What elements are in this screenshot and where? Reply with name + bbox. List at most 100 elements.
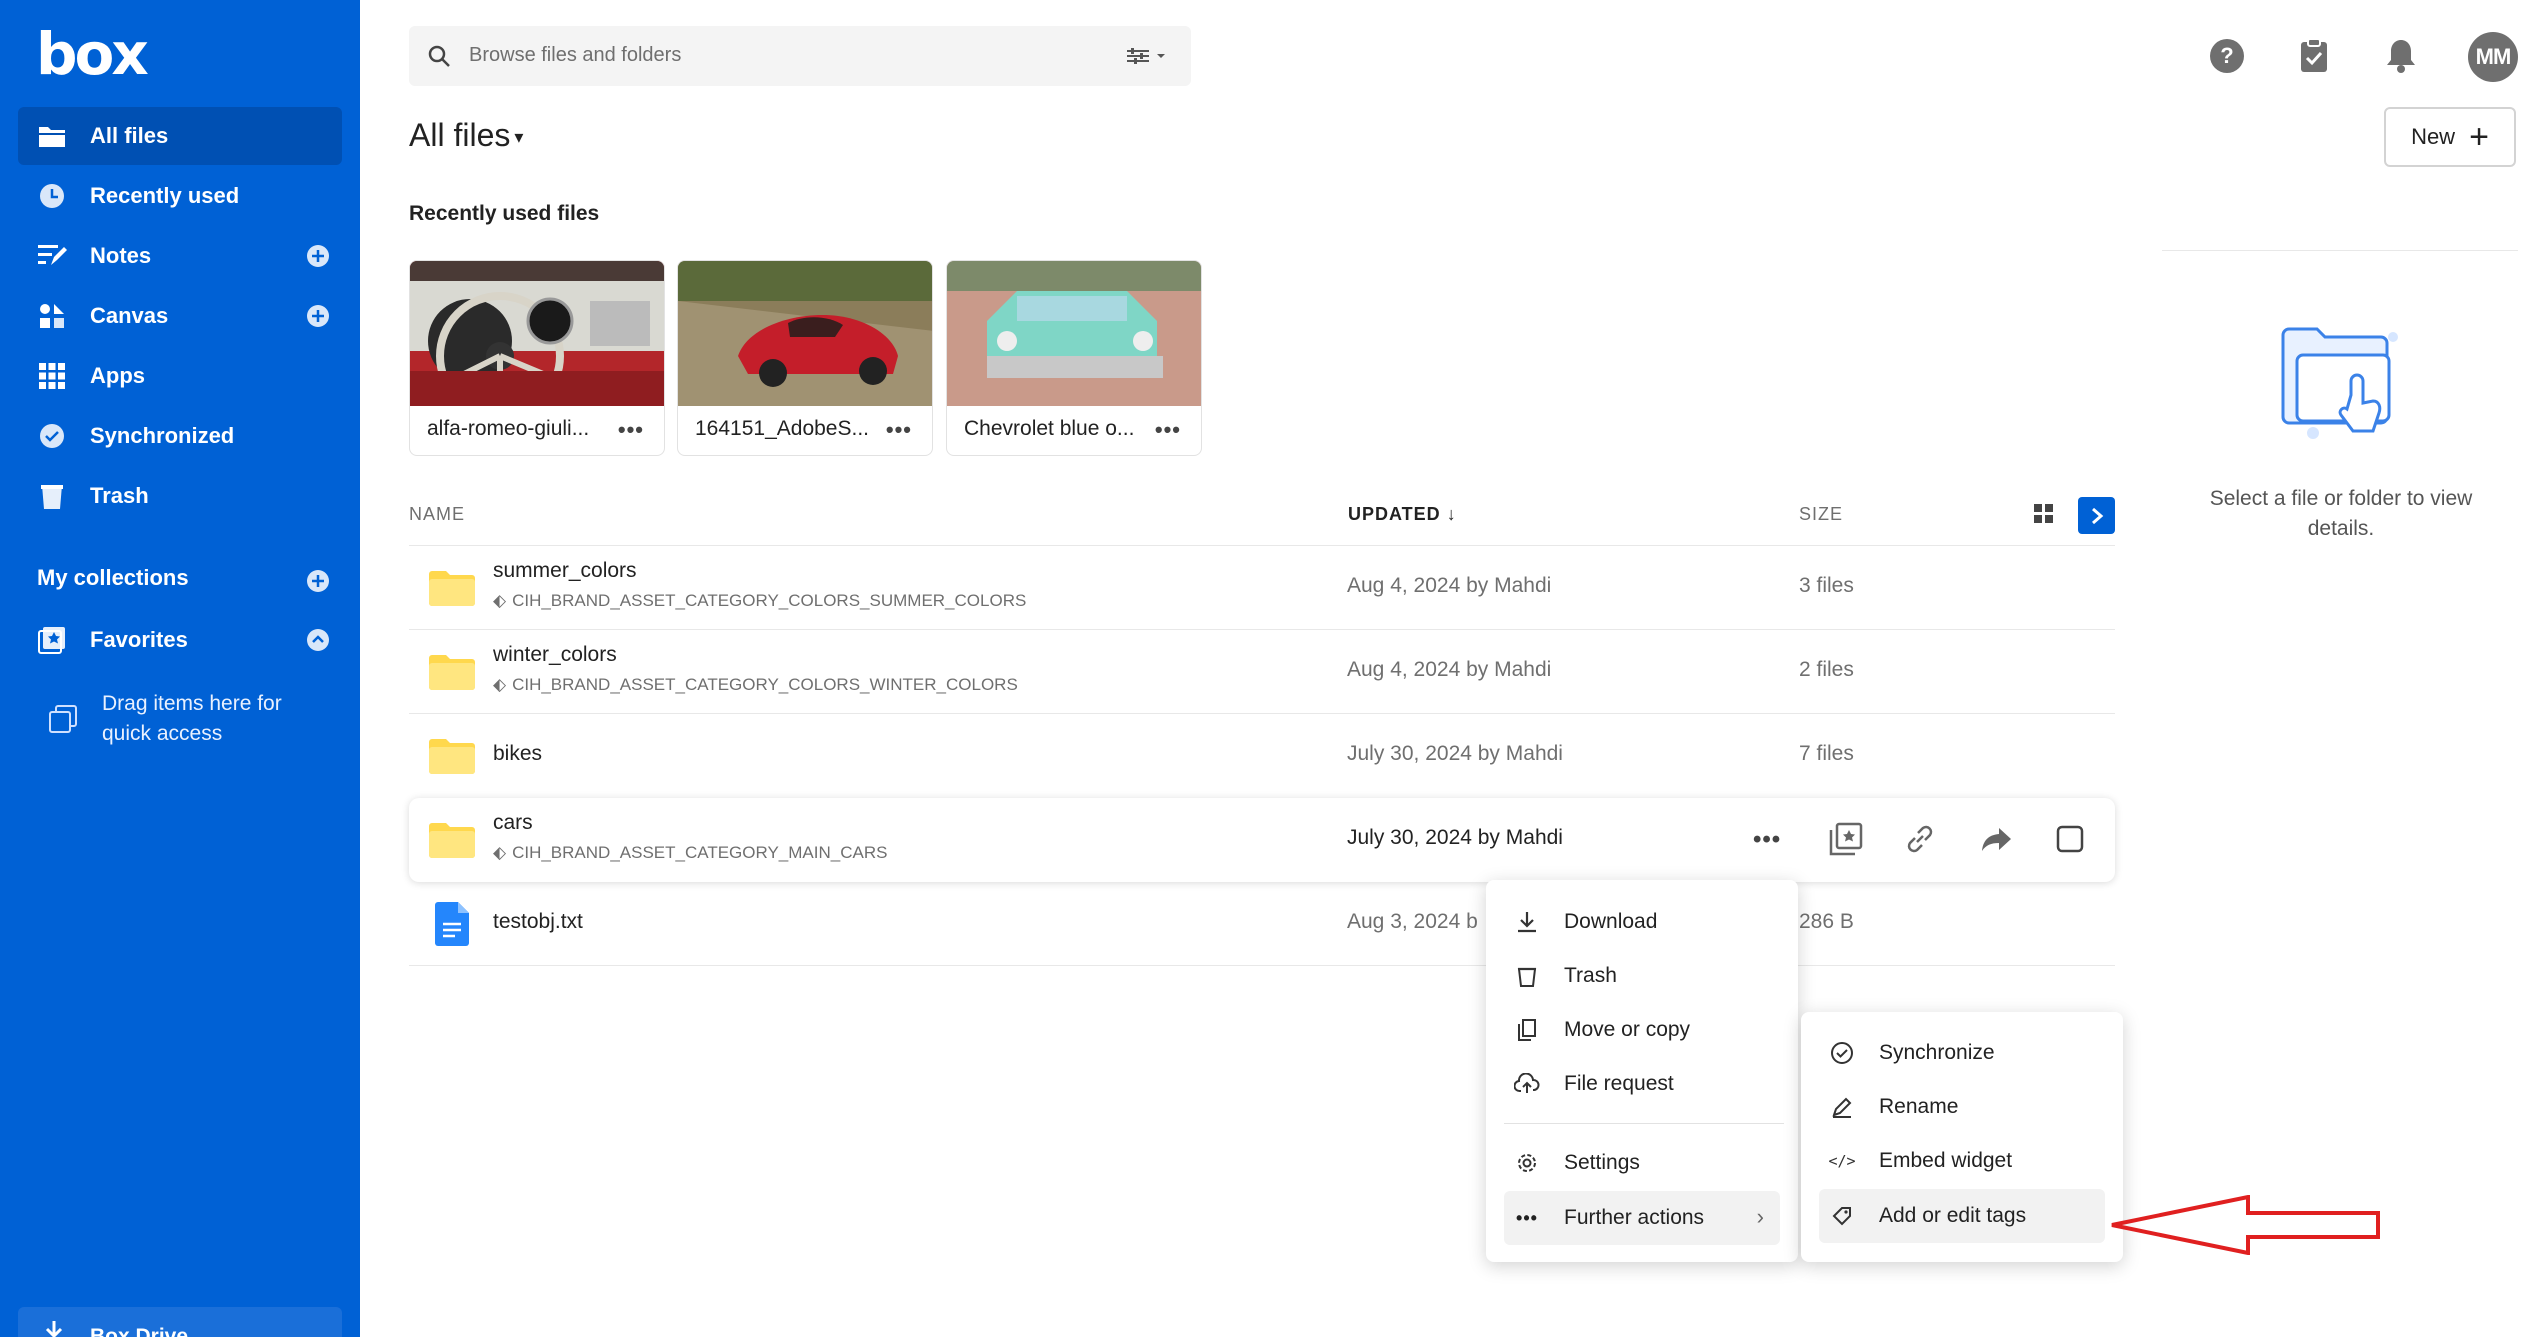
add-canvas-icon[interactable] xyxy=(306,304,330,328)
new-button-label: New xyxy=(2411,124,2456,149)
menu-item-add-or-edit-tags[interactable]: Add or edit tags xyxy=(1819,1189,2105,1243)
item-size: 7 files xyxy=(1799,742,1854,765)
clock-icon xyxy=(36,180,68,212)
collapse-favorites-icon[interactable] xyxy=(306,628,330,652)
divider xyxy=(409,965,2115,966)
more-options-icon[interactable]: ••• xyxy=(1155,417,1181,443)
recent-file-name: Chevrolet blue o... xyxy=(964,417,1135,440)
share-icon[interactable] xyxy=(1979,822,2013,856)
menu-item-synchronize[interactable]: Synchronize xyxy=(1819,1026,2105,1080)
sidebar-item-recently-used[interactable]: Recently used xyxy=(18,167,342,225)
menu-item-move-or-copy[interactable]: Move or copy xyxy=(1504,1003,1780,1057)
ellipsis-icon: ••• xyxy=(1516,1207,1538,1228)
item-size: 2 files xyxy=(1799,658,1854,681)
column-header-name[interactable]: NAME xyxy=(409,504,465,525)
item-name[interactable]: testobj.txt xyxy=(493,910,583,934)
table-row-selected[interactable]: cars ⬖ CIH_BRAND_ASSET_CATEGORY_MAIN_CARS… xyxy=(409,798,2115,882)
help-icon[interactable]: ? xyxy=(2205,34,2249,78)
sidebar-item-all-files[interactable]: All files xyxy=(18,107,342,165)
check-circle-icon xyxy=(36,420,68,452)
item-name[interactable]: winter_colors xyxy=(493,643,617,667)
item-size: 286 B xyxy=(1799,910,1854,933)
trash-icon xyxy=(1512,961,1542,991)
add-note-icon[interactable] xyxy=(306,244,330,268)
sidebar-item-label: Notes xyxy=(90,243,152,268)
link-icon[interactable] xyxy=(1903,822,1937,856)
check-circle-icon xyxy=(1827,1038,1857,1068)
download-icon xyxy=(1512,907,1542,937)
table-row[interactable]: winter_colors ⬖ CIH_BRAND_ASSET_CATEGORY_… xyxy=(409,630,2115,714)
sidebar: box All files Recently used Notes Canvas… xyxy=(0,0,360,1337)
menu-item-download[interactable]: Download xyxy=(1504,895,1780,949)
sidebar-item-synchronized[interactable]: Synchronized xyxy=(18,407,342,465)
details-empty-text: Select a file or folder to view details. xyxy=(2209,487,2473,540)
folder-icon xyxy=(429,823,475,858)
search-icon xyxy=(428,45,450,67)
menu-item-label: Settings xyxy=(1564,1151,1640,1174)
search-input[interactable]: Browse files and folders xyxy=(469,44,681,67)
tag-icon xyxy=(1827,1201,1857,1231)
table-row[interactable]: testobj.txt Aug 3, 2024 b 286 B xyxy=(409,882,2115,966)
item-size: 3 files xyxy=(1799,574,1854,597)
page-title-text: All files xyxy=(409,117,511,153)
toggle-details-panel-button[interactable] xyxy=(2078,497,2115,534)
item-updated: July 30, 2024 by Mahdi xyxy=(1347,742,1563,765)
sidebar-item-notes[interactable]: Notes xyxy=(18,227,342,285)
sidebar-item-label: All files xyxy=(90,123,169,148)
item-tag-text: CIH_BRAND_ASSET_CATEGORY_MAIN_CARS xyxy=(512,843,888,862)
column-header-updated[interactable]: UPDATED ↓ xyxy=(1348,504,1457,525)
item-name[interactable]: cars xyxy=(493,811,533,835)
menu-item-trash[interactable]: Trash xyxy=(1504,949,1780,1003)
sidebar-item-favorites[interactable]: Favorites xyxy=(18,611,342,669)
box-drive-button[interactable]: Box Drive xyxy=(18,1307,342,1337)
recent-file-card[interactable]: Chevrolet blue o... ••• xyxy=(946,260,1202,456)
chevron-right-icon xyxy=(2091,507,2103,524)
more-options-icon[interactable]: ••• xyxy=(886,417,912,443)
further-actions-submenu: Synchronize Rename </> Embed widget Add … xyxy=(1801,1012,2123,1262)
recent-file-card[interactable]: 164151_AdobeS... ••• xyxy=(677,260,933,456)
new-button[interactable]: New + xyxy=(2384,107,2516,167)
box-logo[interactable]: box xyxy=(36,20,149,88)
menu-item-label: Add or edit tags xyxy=(1879,1204,2027,1227)
menu-item-rename[interactable]: Rename xyxy=(1819,1080,2105,1134)
box-drive-label: Box Drive xyxy=(90,1325,189,1337)
menu-item-embed-widget[interactable]: </> Embed widget xyxy=(1819,1134,2105,1188)
add-to-collection-icon[interactable] xyxy=(1829,822,1863,856)
more-options-icon[interactable]: ••• xyxy=(1753,826,1781,854)
page-title[interactable]: All files ▾ xyxy=(409,117,523,154)
add-collection-icon[interactable] xyxy=(306,569,330,593)
sidebar-item-canvas[interactable]: Canvas xyxy=(18,287,342,345)
item-updated: July 30, 2024 by Mahdi xyxy=(1347,826,1563,849)
item-name[interactable]: summer_colors xyxy=(493,559,637,583)
context-menu: Download Trash Move or copy File request… xyxy=(1486,880,1798,1262)
chevron-down-icon: ▾ xyxy=(514,127,524,148)
grid-view-icon[interactable] xyxy=(2034,504,2054,524)
code-icon: </> xyxy=(1828,1152,1856,1170)
sidebar-item-apps[interactable]: Apps xyxy=(18,347,342,405)
red-car-thumbnail xyxy=(678,261,932,406)
menu-item-file-request[interactable]: File request xyxy=(1504,1057,1780,1111)
search-filter-icon[interactable] xyxy=(1125,46,1169,66)
menu-item-settings[interactable]: Settings xyxy=(1504,1136,1780,1190)
user-avatar[interactable]: MM xyxy=(2468,32,2518,82)
blue-car-thumbnail xyxy=(947,261,1201,406)
search-bar[interactable]: Browse files and folders xyxy=(409,26,1191,86)
trash-icon xyxy=(36,480,68,512)
menu-item-label: Synchronize xyxy=(1879,1041,1995,1064)
download-icon xyxy=(45,1321,63,1337)
my-collections-title[interactable]: My collections xyxy=(37,565,189,591)
menu-item-label: Rename xyxy=(1879,1095,1959,1118)
column-header-size[interactable]: SIZE xyxy=(1799,504,1843,525)
table-row[interactable]: summer_colors ⬖ CIH_BRAND_ASSET_CATEGORY_… xyxy=(409,546,2115,630)
copy-icon xyxy=(49,705,77,733)
sidebar-item-trash[interactable]: Trash xyxy=(18,467,342,525)
star-box-icon xyxy=(36,624,68,656)
tasks-icon[interactable] xyxy=(2292,34,2336,78)
recent-file-card[interactable]: alfa-romeo-giuli... ••• xyxy=(409,260,665,456)
menu-item-further-actions[interactable]: ••• Further actions › xyxy=(1504,1191,1780,1245)
select-checkbox-icon[interactable] xyxy=(2055,824,2085,854)
item-name[interactable]: bikes xyxy=(493,742,542,766)
table-row[interactable]: bikes July 30, 2024 by Mahdi 7 files xyxy=(409,714,2115,798)
more-options-icon[interactable]: ••• xyxy=(618,417,644,443)
notifications-bell-icon[interactable] xyxy=(2379,34,2423,78)
